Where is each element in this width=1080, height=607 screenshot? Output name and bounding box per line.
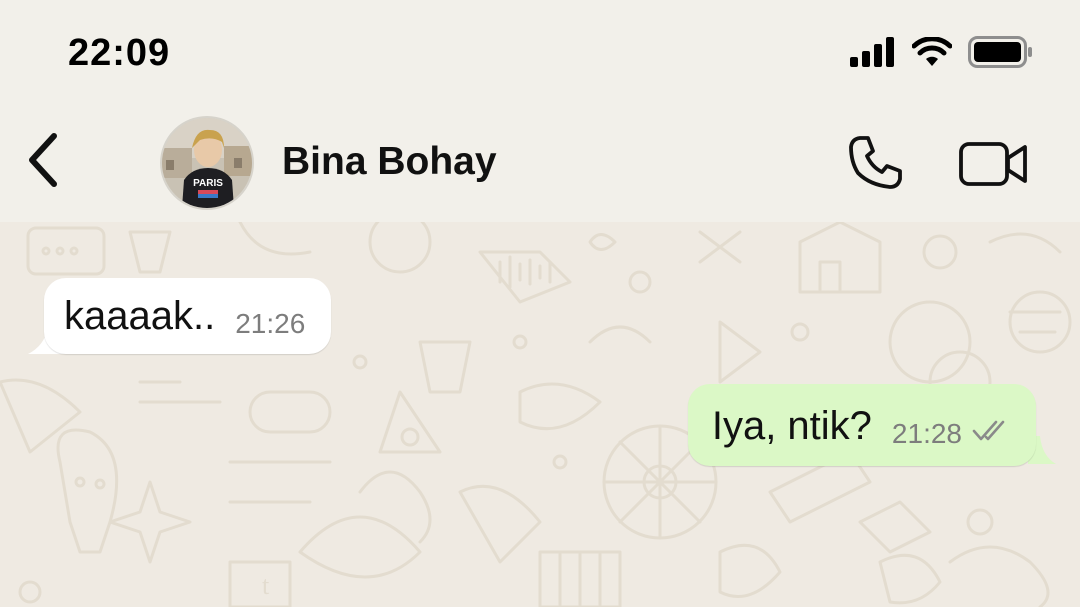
message-text: kaaaak..	[64, 294, 216, 338]
contact-avatar[interactable]: PARIS	[160, 116, 254, 210]
message-text: Iya, ntik?	[711, 404, 872, 448]
outgoing-message-bubble[interactable]: Iya, ntik? 21:28	[687, 384, 1036, 466]
double-check-read-icon	[972, 419, 1012, 448]
voice-call-button[interactable]	[842, 132, 908, 198]
back-chevron-icon	[26, 132, 60, 193]
chat-messages-area[interactable]: t kaaaak.. 21:26 Iya, ntik? 21:28	[0, 222, 1080, 607]
battery-icon	[968, 36, 1034, 73]
status-icons	[850, 36, 1034, 73]
chat-screen: 22:09 PARIS Bina Bohay t kaaaak.. 21:26 …	[0, 0, 1080, 607]
video-camera-icon	[959, 141, 1029, 192]
video-call-button[interactable]	[952, 136, 1036, 196]
chat-header: PARIS Bina Bohay	[0, 100, 1080, 222]
status-bar: 22:09	[0, 0, 1080, 100]
svg-text:PARIS: PARIS	[193, 178, 223, 189]
message-time: 21:28	[891, 418, 962, 449]
svg-text:t: t	[262, 571, 270, 600]
message-time: 21:26	[235, 308, 306, 339]
status-time: 22:09	[68, 32, 171, 74]
wifi-icon	[911, 36, 953, 72]
back-button[interactable]	[18, 132, 68, 192]
cellular-signal-icon	[850, 37, 896, 72]
phone-icon	[846, 134, 904, 197]
contact-name[interactable]: Bina Bohay	[282, 140, 497, 184]
incoming-message-bubble[interactable]: kaaaak.. 21:26	[44, 278, 332, 354]
